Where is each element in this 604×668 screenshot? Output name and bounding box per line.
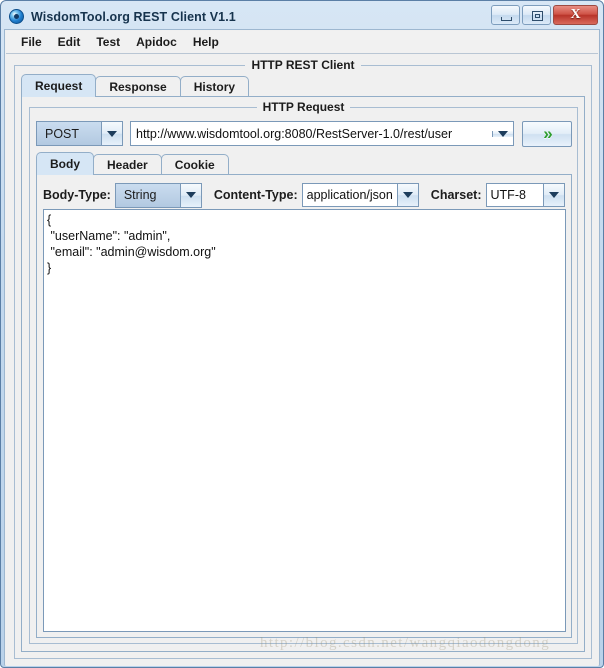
charset-input[interactable]: UTF-8 [487, 184, 543, 206]
charset-combo-arrow-button[interactable] [543, 184, 564, 206]
chevron-down-icon [107, 130, 117, 137]
menu-item-help[interactable]: Help [185, 33, 227, 51]
body-type-combo[interactable]: String [114, 182, 202, 208]
content-type-label: Content-Type: [213, 188, 298, 202]
http-request-group: HTTP Request POST http://www.wisdomtool.… [29, 100, 578, 644]
client-area: File Edit Test Apidoc Help HTTP REST Cli… [4, 29, 600, 666]
url-input[interactable]: http://www.wisdomtool.org:8080/RestServe… [131, 127, 492, 141]
body-tab-panel: Body-Type: String Content-Type: applicat… [36, 174, 572, 638]
body-type-combo-arrow-button[interactable] [179, 183, 201, 207]
send-request-button[interactable]: » [522, 120, 572, 147]
double-chevron-right-icon: » [543, 124, 553, 143]
url-row: POST http://www.wisdomtool.org:8080/Rest… [36, 120, 572, 147]
request-body-editor[interactable]: { "userName": "admin", "email": "admin@w… [43, 209, 566, 632]
title-bar: WisdomTool.org REST Client V1.1 X [4, 4, 600, 29]
method-combo[interactable]: POST [36, 121, 123, 146]
main-tab-strip: Request Response History [21, 74, 250, 97]
content-type-combo-arrow-button[interactable] [396, 184, 418, 206]
menu-item-apidoc[interactable]: Apidoc [128, 33, 185, 51]
url-combo-arrow-button[interactable] [492, 130, 513, 137]
chevron-down-icon [498, 130, 508, 137]
tab-header[interactable]: Header [93, 154, 162, 175]
body-tab-strip: Body Header Cookie [36, 152, 229, 175]
body-type-combo-value: String [115, 183, 180, 207]
content-type-combo[interactable]: application/json [301, 183, 419, 207]
charset-combo[interactable]: UTF-8 [485, 183, 565, 207]
http-request-group-title: HTTP Request [30, 100, 577, 114]
body-options-row: Body-Type: String Content-Type: applicat… [43, 182, 565, 208]
app-eye-icon [9, 9, 24, 24]
chevron-down-icon [549, 192, 559, 198]
menu-item-edit[interactable]: Edit [50, 33, 89, 51]
chevron-down-icon [185, 192, 196, 198]
tab-cookie[interactable]: Cookie [160, 154, 229, 175]
body-type-label: Body-Type: [43, 188, 111, 202]
method-combo-value: POST [37, 122, 101, 145]
minimize-button[interactable] [491, 5, 520, 25]
content-type-input[interactable]: application/json [303, 184, 397, 206]
application-window: WisdomTool.org REST Client V1.1 X File E… [0, 0, 604, 668]
request-body-text[interactable]: { "userName": "admin", "email": "admin@w… [44, 210, 565, 278]
window-inner: WisdomTool.org REST Client V1.1 X File E… [4, 4, 600, 666]
menu-item-file[interactable]: File [13, 33, 50, 51]
close-button[interactable]: X [553, 5, 598, 25]
request-tab-panel: HTTP Request POST http://www.wisdomtool.… [21, 96, 585, 652]
tab-request[interactable]: Request [21, 74, 97, 97]
tab-response[interactable]: Response [95, 76, 181, 97]
minimize-icon [501, 17, 512, 21]
method-combo-arrow-button[interactable] [101, 122, 122, 145]
tab-body[interactable]: Body [36, 152, 94, 175]
menu-bar: File Edit Test Apidoc Help [6, 31, 598, 54]
http-rest-client-group-title: HTTP REST Client [15, 58, 591, 72]
maximize-button[interactable] [522, 5, 551, 25]
maximize-icon [532, 11, 543, 21]
chevron-down-icon [402, 192, 413, 198]
tab-history[interactable]: History [179, 76, 250, 97]
window-controls: X [489, 5, 598, 25]
window-title: WisdomTool.org REST Client V1.1 [31, 9, 236, 24]
close-icon: X [570, 7, 581, 22]
menu-item-test[interactable]: Test [88, 33, 128, 51]
http-rest-client-group: HTTP REST Client Request Response Histor… [14, 58, 592, 659]
url-combo[interactable]: http://www.wisdomtool.org:8080/RestServe… [130, 121, 514, 146]
charset-label: Charset: [430, 188, 482, 202]
